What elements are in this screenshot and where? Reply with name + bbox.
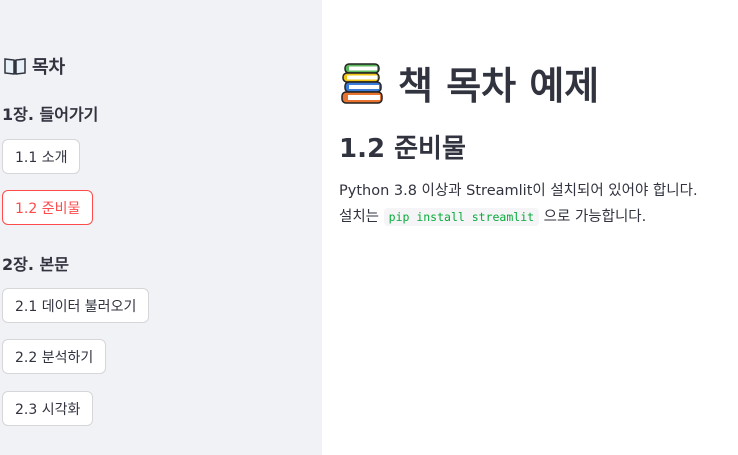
page-title-text: 책 목차 예제 [398, 64, 600, 108]
chapter-heading-2: 2장. 본문 [2, 255, 69, 274]
books-icon [340, 61, 386, 105]
sidebar-title: 목차 [4, 53, 65, 79]
nav-button-2-2[interactable]: 2.2 분석하기 [2, 339, 107, 374]
nav-button-1-2[interactable]: 1.2 준비물 [2, 190, 94, 225]
paragraph-line-1: Python 3.8 이상과 Streamlit이 설치되어 있어야 합니다. [339, 183, 698, 199]
sidebar-title-text: 목차 [32, 57, 66, 78]
sidebar: 목차 1장. 들어가기 1.1 소개 1.2 준비물 2장. 본문 2.1 데이… [0, 0, 322, 455]
paragraph-suffix: 으로 가능합니다. [543, 209, 647, 225]
paragraph-prefix: 설치는 [339, 209, 380, 225]
body-paragraph: Python 3.8 이상과 Streamlit이 설치되어 있어야 합니다. … [339, 178, 734, 230]
main-content: 책 목차 예제 1.2 준비물 Python 3.8 이상과 Streamlit… [322, 0, 738, 455]
paragraph-line-2: 설치는 pip install streamlit 으로 가능합니다. [339, 204, 734, 230]
nav-button-2-1[interactable]: 2.1 데이터 불러오기 [2, 288, 150, 323]
nav-button-2-3[interactable]: 2.3 시각화 [2, 391, 94, 426]
section-heading: 1.2 준비물 [339, 134, 466, 164]
page-title: 책 목차 예제 [340, 55, 599, 110]
nav-button-1-1[interactable]: 1.1 소개 [2, 139, 81, 174]
install-command-code: pip install streamlit [383, 208, 540, 226]
chapter-heading-1: 1장. 들어가기 [2, 105, 99, 124]
open-book-icon [4, 57, 26, 75]
